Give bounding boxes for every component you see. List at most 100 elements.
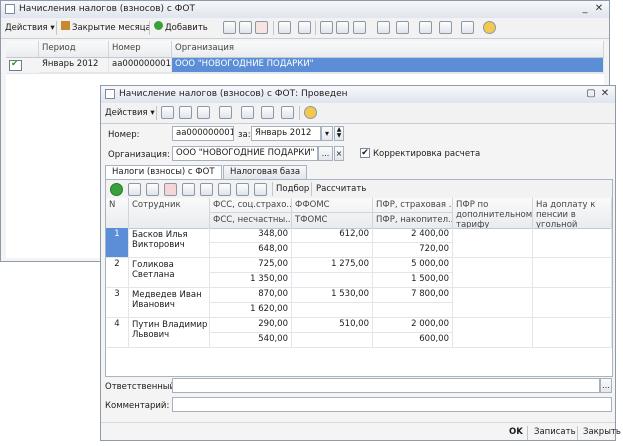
list-grid-header: Период Номер Организация [6, 41, 604, 58]
help-icon[interactable] [483, 21, 496, 34]
tab-taxes[interactable]: Налоги (взносы) с ФОТ [105, 165, 222, 180]
help-icon[interactable] [304, 106, 317, 119]
save-icon[interactable] [197, 106, 210, 119]
print-icon[interactable] [261, 106, 274, 119]
row-employee: Путин Владимир Львович [129, 318, 210, 348]
row-pfr-additional [453, 258, 533, 288]
filter-clear-icon[interactable] [377, 21, 390, 34]
col-fss1[interactable]: ФСС, соц.страхо... [210, 198, 292, 213]
organization-open-button[interactable]: × [334, 146, 344, 161]
search-icon[interactable] [298, 21, 311, 34]
col-fss2[interactable]: ФСС, несчастны... [210, 213, 292, 228]
sort-asc-icon[interactable] [236, 183, 249, 196]
document-icon[interactable] [419, 21, 432, 34]
sort-desc-icon[interactable] [254, 183, 267, 196]
responsible-select-button[interactable]: ... [600, 378, 612, 393]
col-organization[interactable]: Организация [172, 41, 604, 57]
col-pension-surcharge[interactable]: На доплату к пенсии в угольной промышлен… [533, 198, 612, 228]
edit-icon[interactable] [239, 21, 252, 34]
col-pfr2[interactable]: ПФР, накопител... [373, 213, 453, 228]
row-pfr2: 600,00 [373, 333, 453, 348]
row-pension-surcharge [533, 258, 612, 288]
edit-row-icon[interactable] [146, 183, 159, 196]
structure-icon[interactable] [219, 106, 232, 119]
actions-label: Действия [105, 108, 148, 118]
row-n: 3 [106, 288, 129, 318]
close-month-button[interactable]: Закрытие месяца [61, 21, 151, 35]
comment-field[interactable] [172, 397, 612, 412]
col-pfr-additional[interactable]: ПФР по дополнительному тарифу [453, 198, 533, 228]
row-ffoms: 1 275,00 [292, 258, 373, 273]
list-settings-icon[interactable] [461, 21, 474, 34]
correction-checkbox[interactable]: ✔ [360, 148, 370, 158]
save-button[interactable]: Записать [534, 426, 576, 439]
employee-name-line1: Голикова [132, 260, 174, 270]
col-employee[interactable]: Сотрудник [129, 198, 210, 228]
organization-select-button[interactable]: ... [318, 146, 333, 161]
ok-button[interactable]: OK [509, 426, 523, 439]
list-row[interactable]: ✔ Январь 2012 аа000000001 ООО "НОВОГОДНИ… [6, 58, 604, 73]
period-dropdown-button[interactable]: ▾ [321, 126, 333, 141]
filter-list-icon[interactable] [353, 21, 366, 34]
list-settings-icon[interactable] [281, 106, 294, 119]
add-row-icon[interactable] [110, 183, 123, 196]
copy-icon[interactable] [223, 21, 236, 34]
movements-icon[interactable] [241, 106, 254, 119]
col-n[interactable]: N [106, 198, 129, 228]
refresh-icon[interactable] [439, 21, 452, 34]
add-button[interactable]: Добавить [154, 21, 208, 35]
close-icon[interactable]: ✕ [599, 88, 611, 100]
row-fss1: 870,00 [210, 288, 292, 303]
row-employee: Басков Илья Викторович [129, 228, 210, 258]
row-ffoms: 612,00 [292, 228, 373, 243]
col-period[interactable]: Период [39, 41, 109, 57]
organization-label: Организация: [108, 150, 170, 160]
responsible-field[interactable] [172, 378, 600, 393]
period-spinner[interactable]: ▲ ▼ [334, 126, 344, 141]
calculate-button[interactable]: Рассчитать [316, 182, 366, 196]
filter-value-icon[interactable] [336, 21, 349, 34]
delete-icon[interactable] [255, 21, 268, 34]
close-button[interactable]: Закрыть [583, 426, 621, 439]
row-fss2: 540,00 [210, 333, 292, 348]
close-icon[interactable]: ✕ [593, 3, 605, 15]
organization-field[interactable]: ООО "НОВОГОДНИЕ ПОДАРКИ" [172, 146, 318, 161]
col-number[interactable]: Номер [109, 41, 172, 57]
row-pfr-additional [453, 318, 533, 348]
col-icon [6, 41, 39, 57]
actions-menu[interactable]: Действия ▾ [5, 21, 55, 35]
period-field[interactable]: Январь 2012 [251, 126, 321, 141]
taxes-grid-body: 1 Басков Илья Викторович 348,00 648,00 61… [106, 228, 612, 376]
col-pfr1[interactable]: ПФР, страховая ... [373, 198, 453, 213]
filter-icon[interactable] [320, 21, 333, 34]
table-row[interactable]: 3 Медведев Иван Иванович 870,00 1 620,00 … [106, 288, 612, 318]
copy-row-icon[interactable] [128, 183, 141, 196]
row-fss1: 725,00 [210, 258, 292, 273]
maximize-icon[interactable]: ▢ [585, 88, 597, 100]
list-window-title: Начисления налогов (взносов) с ФОТ [19, 4, 196, 14]
row-organization: ООО "НОВОГОДНИЕ ПОДАРКИ" [172, 58, 604, 73]
employee-name-line1: Путин Владимир [132, 320, 208, 330]
col-ffoms[interactable]: ФФОМС [292, 198, 373, 213]
table-row[interactable]: 1 Басков Илья Викторович 348,00 648,00 61… [106, 228, 612, 258]
actions-menu[interactable]: Действия ▾ [105, 106, 155, 120]
link-icon[interactable] [278, 21, 291, 34]
tab-tax-base[interactable]: Налоговая база [223, 165, 308, 179]
move-down-icon[interactable] [218, 183, 231, 196]
post-icon[interactable] [161, 106, 174, 119]
sort-icon[interactable] [396, 21, 409, 34]
col-tfoms[interactable]: ТФОМС [292, 213, 373, 228]
document-window: Начисление налогов (взносов) с ФОТ: Пров… [100, 85, 621, 441]
row-pfr2: 720,00 [373, 243, 453, 258]
unpost-icon[interactable] [179, 106, 192, 119]
selection-button[interactable]: Подбор [276, 182, 309, 196]
row-n: 2 [106, 258, 129, 288]
number-field[interactable]: аа000000001 [172, 126, 234, 141]
move-up-icon[interactable] [200, 183, 213, 196]
end-edit-icon[interactable] [182, 183, 195, 196]
row-pfr-additional [453, 228, 533, 258]
minimize-icon[interactable]: _ [579, 3, 591, 15]
delete-row-icon[interactable] [164, 183, 177, 196]
table-row[interactable]: 4 Путин Владимир Львович 290,00 540,00 51… [106, 318, 612, 348]
table-row[interactable]: 2 Голикова Светлана 725,00 1 350,00 1 275… [106, 258, 612, 288]
